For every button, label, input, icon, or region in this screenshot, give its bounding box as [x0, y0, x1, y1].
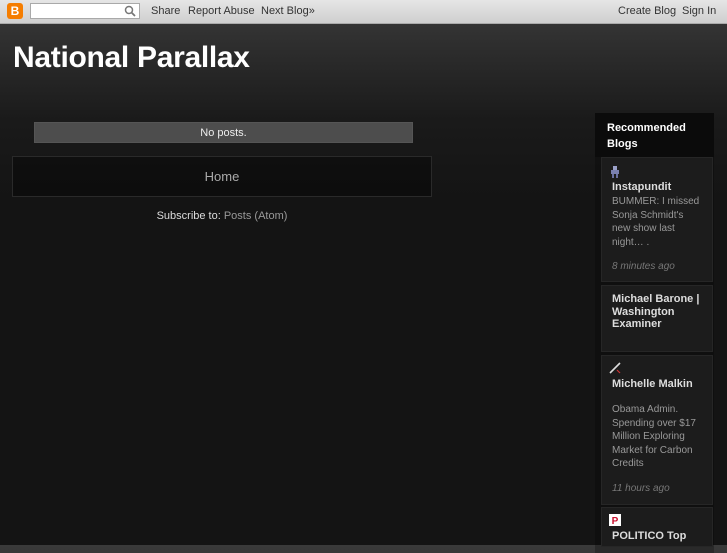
blog-card-politico[interactable]: P POLITICO Top [601, 507, 713, 547]
blog-snippet[interactable]: Obama Admin. Spending over $17 Million E… [612, 403, 704, 471]
subscribe-line: Subscribe to: Posts (Atom) [0, 210, 444, 222]
blog-card-michael-barone[interactable]: Michael Barone | Washington Examiner [601, 285, 713, 352]
blog-title-michael-barone[interactable]: Michael Barone | Washington Examiner [612, 293, 702, 331]
blog-time: 8 minutes ago [612, 261, 675, 272]
blog-card-michelle-malkin[interactable]: Michelle Malkin Obama Admin. Spending ov… [601, 355, 713, 505]
subscribe-label: Subscribe to: [156, 210, 221, 222]
create-blog-link[interactable]: Create Blog [618, 5, 676, 17]
svg-text:P: P [612, 516, 619, 526]
blog-time: 11 hours ago [612, 483, 670, 494]
pen-icon [609, 362, 621, 374]
blog-title-politico[interactable]: POLITICO Top [612, 530, 702, 543]
blog-card-instapundit[interactable]: Instapundit BUMMER: I missed Sonja Schmi… [601, 157, 713, 282]
figure-icon [611, 166, 619, 178]
politico-icon: P [609, 514, 621, 526]
home-link[interactable]: Home [12, 156, 432, 197]
search-icon[interactable] [124, 5, 136, 17]
recommended-blogs-header: Recommended Blogs [595, 113, 714, 157]
blog-title[interactable]: National Parallax [13, 41, 250, 75]
sign-in-link[interactable]: Sign In [682, 5, 716, 17]
blog-snippet[interactable]: BUMMER: I missed Sonja Schmidt's new sho… [612, 195, 704, 249]
report-abuse-link[interactable]: Report Abuse [188, 5, 255, 17]
blog-title-michelle-malkin[interactable]: Michelle Malkin [612, 378, 702, 391]
blogger-navbar: B Share Report Abuse Next Blog» Create B… [0, 0, 727, 24]
share-link[interactable]: Share [151, 5, 180, 17]
next-blog-link[interactable]: Next Blog» [261, 5, 315, 17]
search-input[interactable] [30, 3, 140, 19]
home-label[interactable]: Home [205, 169, 240, 184]
no-posts-message: No posts. [34, 122, 413, 143]
blogger-logo-icon[interactable]: B [7, 3, 23, 19]
blog-title-instapundit[interactable]: Instapundit [612, 181, 702, 194]
posts-atom-link[interactable]: Posts (Atom) [224, 210, 288, 222]
